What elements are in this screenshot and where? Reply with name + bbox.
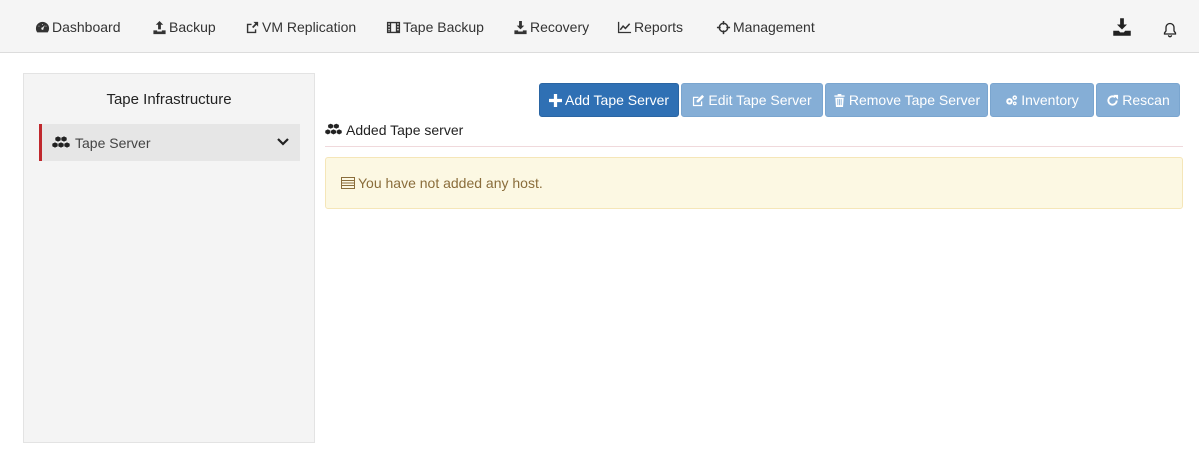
nav-vm-replication-label: VM Replication	[262, 19, 357, 35]
edit-tape-server-button[interactable]: Edit Tape Server	[681, 83, 823, 117]
notifications-button[interactable]	[1159, 19, 1181, 41]
download-icon	[514, 20, 527, 34]
share-icon	[246, 21, 259, 33]
chevron-down-icon[interactable]	[276, 136, 290, 148]
nav-tape-backup[interactable]: Tape Backup	[386, 17, 484, 37]
remove-tape-server-label: Remove Tape Server	[848, 92, 981, 108]
bell-icon	[1163, 22, 1177, 38]
nav-recovery-label: Recovery	[530, 19, 590, 35]
nav-recovery[interactable]: Recovery	[513, 17, 589, 37]
remove-tape-server-button[interactable]: Remove Tape Server	[825, 83, 988, 117]
add-tape-server-button[interactable]: Add Tape Server	[539, 83, 679, 117]
nav-management-label: Management	[733, 19, 815, 35]
cubes-icon	[52, 135, 70, 151]
list-icon	[341, 177, 355, 189]
nav-reports-label: Reports	[634, 19, 684, 35]
nav-tape-backup-label: Tape Backup	[403, 19, 484, 35]
rescan-label: Rescan	[1122, 92, 1170, 108]
nav-reports[interactable]: Reports	[617, 17, 683, 37]
sidebar-item-tape-server[interactable]: Tape Server	[39, 124, 300, 161]
plus-icon	[548, 93, 562, 107]
alert-message: You have not added any host.	[358, 175, 543, 191]
nav-dashboard-label: Dashboard	[52, 19, 121, 35]
refresh-icon	[1107, 94, 1119, 106]
film-icon	[386, 21, 401, 33]
nav-backup-label: Backup	[169, 19, 216, 35]
nav-backup[interactable]: Backup	[152, 17, 216, 37]
nav-management[interactable]: Management	[716, 17, 815, 37]
cogs-icon	[1006, 94, 1018, 105]
line-chart-icon	[617, 21, 632, 33]
trash-icon	[834, 93, 845, 107]
edit-icon	[693, 94, 705, 106]
rescan-button[interactable]: Rescan	[1096, 83, 1180, 117]
edit-tape-server-label: Edit Tape Server	[708, 92, 812, 108]
inventory-button[interactable]: Inventory	[990, 83, 1094, 117]
download-tray-button[interactable]	[1111, 16, 1133, 38]
inventory-label: Inventory	[1021, 92, 1079, 108]
sidebar-title: Tape Infrastructure	[106, 91, 232, 108]
top-navbar: Dashboard Backup VM Replication Tape Bac…	[0, 0, 1199, 53]
nav-vm-replication[interactable]: VM Replication	[245, 17, 356, 37]
sidebar: Tape Infrastructure Tape Server	[23, 73, 315, 443]
empty-state-alert: You have not added any host.	[325, 157, 1183, 209]
cubes-icon	[325, 123, 342, 136]
nav-dashboard[interactable]: Dashboard	[35, 17, 121, 37]
add-tape-server-label: Add Tape Server	[564, 92, 670, 108]
download-tray-icon	[1113, 18, 1131, 36]
upload-icon	[153, 20, 166, 34]
section-title: Added Tape server	[346, 122, 464, 138]
dashboard-icon	[35, 21, 50, 32]
crosshairs-icon	[716, 20, 731, 34]
section-heading: Added Tape server	[325, 122, 1183, 147]
sidebar-item-label: Tape Server	[75, 134, 151, 151]
